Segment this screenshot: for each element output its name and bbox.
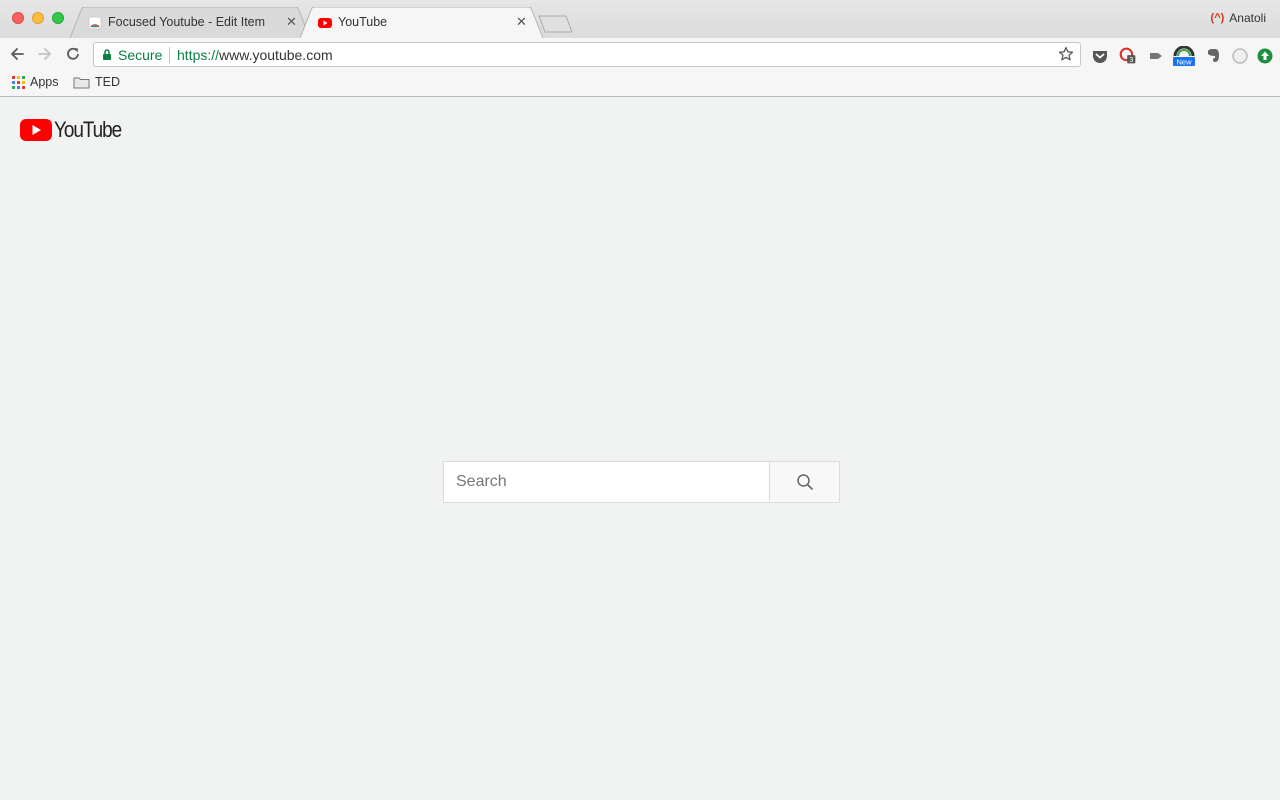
youtube-play-icon	[20, 119, 52, 141]
address-bar[interactable]: Secure https://www.youtube.com	[93, 42, 1081, 67]
extension-badge-new: New	[1176, 58, 1192, 67]
reload-button[interactable]	[64, 45, 82, 63]
url-host: www.youtube.com	[219, 47, 333, 63]
apps-grid-icon	[12, 75, 25, 89]
new-tab-button[interactable]	[538, 15, 574, 33]
bookmark-star-icon[interactable]	[1058, 46, 1074, 62]
close-tab-icon[interactable]: ✕	[286, 14, 297, 30]
circle-extension-icon[interactable]	[1231, 47, 1249, 65]
pocket-extension-icon[interactable]	[1091, 47, 1109, 65]
search-button[interactable]	[769, 462, 839, 502]
lock-icon	[103, 49, 111, 60]
rainbow-extension-icon[interactable]: New	[1172, 46, 1196, 66]
tab-youtube[interactable]: YouTube ✕	[300, 7, 545, 38]
zoom-window-button[interactable]	[52, 12, 64, 24]
search-icon	[796, 474, 813, 490]
tab-focused-youtube[interactable]: Focused Youtube - Edit Item ✕	[70, 7, 310, 38]
bookmark-label: TED	[95, 75, 120, 89]
tab-strip: Focused Youtube - Edit Item ✕ YouTube ✕ …	[0, 0, 1280, 38]
bookmarks-bar: Apps TED	[0, 70, 1280, 97]
clock-extension-icon[interactable]: 3	[1119, 47, 1137, 65]
page-content: YouTube	[0, 97, 1280, 800]
bookmark-apps[interactable]: Apps	[12, 75, 59, 89]
tag-extension-icon[interactable]	[1147, 47, 1165, 65]
minimize-window-button[interactable]	[32, 12, 44, 24]
url-text[interactable]: https://www.youtube.com	[177, 47, 333, 63]
youtube-wordmark: YouTube	[54, 117, 122, 142]
rainbow-favicon-icon	[88, 16, 102, 30]
search-input[interactable]	[444, 462, 769, 502]
green-up-extension-icon[interactable]	[1256, 47, 1274, 65]
youtube-logo[interactable]: YouTube	[20, 117, 132, 143]
forward-button[interactable]	[36, 45, 54, 63]
youtube-favicon-icon	[318, 18, 332, 28]
bookmark-folder-ted[interactable]: TED	[73, 75, 120, 89]
security-label: Secure	[118, 47, 163, 63]
close-tab-icon[interactable]: ✕	[516, 14, 527, 30]
bookmark-label: Apps	[30, 75, 59, 89]
url-scheme: https://	[177, 47, 220, 63]
back-button[interactable]	[8, 45, 26, 63]
browser-toolbar: Secure https://www.youtube.com 3 New	[0, 38, 1280, 70]
tab-title: YouTube	[338, 15, 388, 29]
profile-button[interactable]: (^) Anatoli	[1211, 11, 1266, 25]
close-window-button[interactable]	[12, 12, 24, 24]
evernote-extension-icon[interactable]	[1204, 47, 1222, 65]
tab-title: Focused Youtube - Edit Item	[108, 15, 266, 29]
divider	[169, 47, 170, 63]
extension-badge-count: 3	[1129, 55, 1133, 64]
profile-name: Anatoli	[1229, 11, 1266, 25]
profile-icon: (^)	[1210, 12, 1225, 24]
folder-icon	[73, 77, 90, 88]
search-bar	[443, 461, 840, 503]
